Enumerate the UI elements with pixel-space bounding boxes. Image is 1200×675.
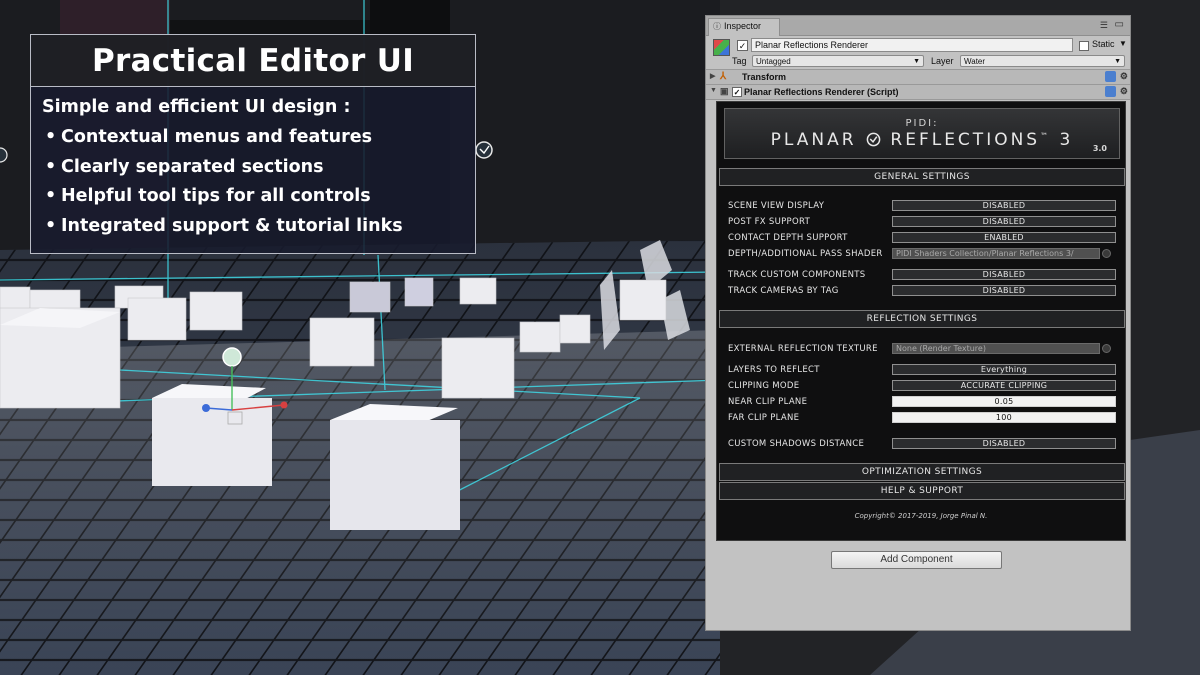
script-icon: ▣ bbox=[720, 86, 729, 96]
gameobject-name-field[interactable]: Planar Reflections Renderer bbox=[751, 38, 1073, 52]
transform-component-header[interactable]: ▶ ⅄ Transform ⚙ bbox=[706, 70, 1130, 85]
logo-number: 3 bbox=[1059, 130, 1074, 150]
component-title: Planar Reflections Renderer (Script) bbox=[744, 87, 899, 97]
component-title: Transform bbox=[742, 72, 787, 82]
add-component-button[interactable]: Add Component bbox=[831, 551, 1002, 569]
general-settings-header[interactable]: GENERAL SETTINGS bbox=[719, 168, 1125, 186]
inspector-tabbar: ⓘ Inspector ☰ ▭ bbox=[706, 16, 1130, 36]
logo-trademark: ™ bbox=[1040, 131, 1052, 141]
field-value: None (Render Texture) bbox=[896, 344, 986, 353]
logo-word-reflections: REFLECTIONS bbox=[890, 130, 1041, 150]
near-clip-plane-field[interactable]: 0.05 bbox=[892, 396, 1116, 407]
copyright-text: Copyright© 2017-2019, Jorge Pinal N. bbox=[854, 512, 988, 520]
component-enabled-checkbox[interactable]: ✓ bbox=[732, 87, 742, 97]
setting-label: DEPTH/ADDITIONAL PASS SHADER bbox=[728, 249, 883, 259]
far-clip-plane-field[interactable]: 100 bbox=[892, 412, 1116, 423]
external-reflection-texture-field[interactable]: None (Render Texture) bbox=[892, 343, 1100, 354]
setting-label: NEAR CLIP PLANE bbox=[728, 397, 808, 407]
depth-shader-field[interactable]: PIDI Shaders Collection/Planar Reflectio… bbox=[892, 248, 1100, 259]
planar-reflections-panel: PIDI: PLANAR REFLECTIONS™ 3 3.0 GENERAL … bbox=[716, 101, 1126, 541]
script-component-header[interactable]: ▼ ▣ ✓ Planar Reflections Renderer (Scrip… bbox=[706, 85, 1130, 100]
static-checkbox[interactable] bbox=[1079, 41, 1089, 51]
setting-label: TRACK CAMERAS BY TAG bbox=[728, 286, 839, 296]
tag-value: Untagged bbox=[756, 57, 791, 66]
product-logo: PIDI: PLANAR REFLECTIONS™ 3 3.0 bbox=[724, 108, 1120, 159]
promo-bullet-text: Contextual menus and features bbox=[61, 127, 373, 147]
promo-bullet: • Helpful tool tips for all controls bbox=[45, 182, 475, 212]
tag-dropdown[interactable]: Untagged ▼ bbox=[752, 55, 924, 67]
layers-to-reflect-dropdown[interactable]: Everything bbox=[892, 364, 1116, 375]
version-label: 3.0 bbox=[1092, 144, 1107, 153]
tab-inspector[interactable]: ⓘ Inspector bbox=[708, 18, 780, 36]
setting-label: CUSTOM SHADOWS DISTANCE bbox=[728, 439, 865, 449]
setting-label: CLIPPING MODE bbox=[728, 381, 800, 391]
logo-title: PLANAR REFLECTIONS™ 3 bbox=[725, 130, 1119, 150]
post-fx-support-toggle[interactable]: DISABLED bbox=[892, 216, 1116, 227]
promo-bullet: • Contextual menus and features bbox=[45, 123, 475, 153]
promo-bullet-text: Clearly separated sections bbox=[61, 156, 324, 177]
promo-bullet-text: Integrated support & tutorial links bbox=[61, 215, 403, 236]
gameobject-header: ✓ Planar Reflections Renderer Static ▼ T… bbox=[706, 36, 1130, 70]
gear-icon[interactable]: ⚙ bbox=[1120, 71, 1128, 82]
setting-label: EXTERNAL REFLECTION TEXTURE bbox=[728, 344, 878, 354]
lock-icon[interactable]: ▭ bbox=[1115, 19, 1124, 30]
help-icon[interactable] bbox=[1105, 86, 1116, 97]
contact-depth-support-toggle[interactable]: ENABLED bbox=[892, 232, 1116, 243]
bullet-icon: • bbox=[45, 156, 57, 177]
help-icon[interactable] bbox=[1105, 71, 1116, 82]
chevron-right-icon[interactable]: ▶ bbox=[710, 72, 715, 80]
promo-subtitle: Simple and efficient UI design : bbox=[42, 97, 351, 117]
promo-bullet: • Clearly separated sections bbox=[45, 153, 475, 183]
chevron-down-icon: ▼ bbox=[1114, 58, 1121, 65]
tag-label: Tag bbox=[732, 56, 747, 66]
bullet-icon: • bbox=[45, 215, 57, 236]
bullet-icon: • bbox=[45, 186, 57, 206]
object-picker-icon[interactable] bbox=[1102, 344, 1111, 353]
help-support-header[interactable]: HELP & SUPPORT bbox=[719, 482, 1125, 500]
layer-value: Water bbox=[964, 57, 986, 66]
optimization-settings-header[interactable]: OPTIMIZATION SETTINGS bbox=[719, 463, 1125, 481]
setting-label: FAR CLIP PLANE bbox=[728, 413, 800, 423]
track-cameras-by-tag-toggle[interactable]: DISABLED bbox=[892, 285, 1116, 296]
gear-icon[interactable]: ⚙ bbox=[1120, 86, 1128, 97]
promo-bullet-text: Helpful tool tips for all controls bbox=[61, 186, 371, 206]
setting-label: SCENE VIEW DISPLAY bbox=[728, 201, 825, 211]
field-value: PIDI Shaders Collection/Planar Reflectio… bbox=[896, 249, 1074, 258]
custom-shadows-distance-toggle[interactable]: DISABLED bbox=[892, 438, 1116, 449]
setting-label: POST FX SUPPORT bbox=[728, 217, 811, 227]
transform-icon: ⅄ bbox=[720, 71, 727, 82]
setting-label: CONTACT DEPTH SUPPORT bbox=[728, 233, 848, 243]
bullet-icon: • bbox=[45, 127, 57, 147]
logo-word-planar: PLANAR bbox=[770, 130, 857, 150]
chevron-down-icon[interactable]: ▼ bbox=[710, 87, 717, 94]
logo-check-icon bbox=[866, 132, 881, 147]
setting-label: TRACK CUSTOM COMPONENTS bbox=[728, 270, 866, 280]
track-custom-components-toggle[interactable]: DISABLED bbox=[892, 269, 1116, 280]
layer-dropdown[interactable]: Water ▼ bbox=[960, 55, 1125, 67]
setting-label: LAYERS TO REFLECT bbox=[728, 365, 820, 375]
promo-bullet: • Integrated support & tutorial links bbox=[45, 212, 475, 242]
static-label: Static bbox=[1092, 39, 1115, 49]
scene-view-display-toggle[interactable]: DISABLED bbox=[892, 200, 1116, 211]
info-icon: ⓘ bbox=[713, 22, 721, 31]
object-picker-icon[interactable] bbox=[1102, 249, 1111, 258]
promo-overlay: Practical Editor UI Simple and efficient… bbox=[30, 34, 476, 254]
layer-label: Layer bbox=[931, 56, 954, 66]
promo-title: Practical Editor UI bbox=[31, 35, 475, 87]
logo-pidi: PIDI: bbox=[905, 118, 939, 129]
chevron-down-icon: ▼ bbox=[913, 58, 920, 65]
reflection-settings-header[interactable]: REFLECTION SETTINGS bbox=[719, 310, 1125, 328]
promo-bullet-list: • Contextual menus and features • Clearly … bbox=[45, 123, 475, 241]
gameobject-cube-icon bbox=[713, 39, 730, 56]
tab-label: Inspector bbox=[724, 21, 762, 31]
active-checkbox[interactable]: ✓ bbox=[737, 40, 748, 51]
clipping-mode-dropdown[interactable]: ACCURATE CLIPPING bbox=[892, 380, 1116, 391]
menu-icon[interactable]: ☰ bbox=[1100, 20, 1108, 31]
chevron-down-icon[interactable]: ▼ bbox=[1119, 39, 1127, 48]
